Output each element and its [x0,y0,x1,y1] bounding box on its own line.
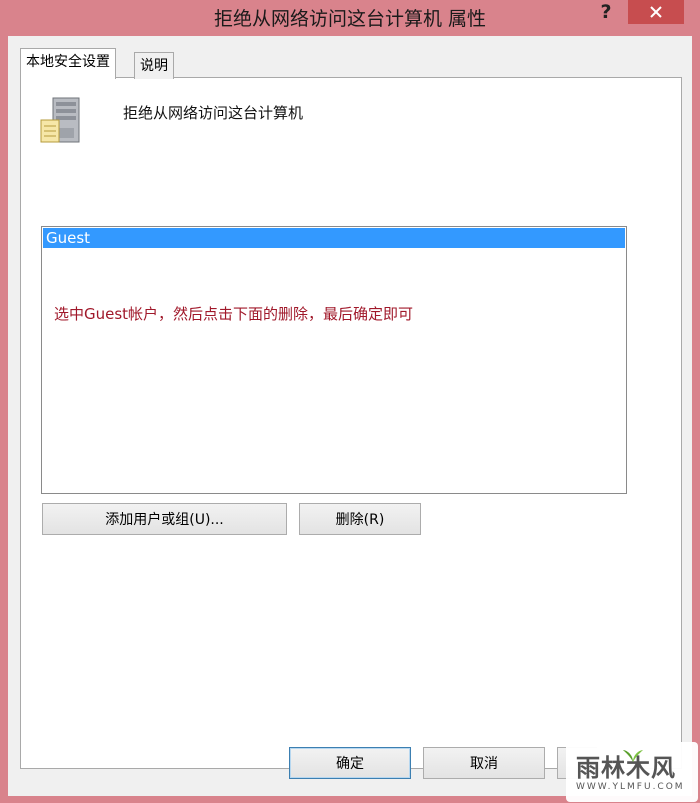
server-icon [39,96,85,150]
tab-panel: 拒绝从网络访问这台计算机 Guest 选中Guest帐户，然后点击下面的删除，最… [20,77,682,769]
cancel-button[interactable]: 取消 [423,747,545,779]
close-button[interactable] [628,0,684,24]
user-group-list[interactable]: Guest 选中Guest帐户，然后点击下面的删除，最后确定即可 [41,226,627,494]
ok-button[interactable]: 确定 [289,747,411,779]
leaf-icon [623,750,643,762]
policy-title: 拒绝从网络访问这台计算机 [123,104,304,122]
list-item-guest[interactable]: Guest [43,228,625,248]
close-icon [650,6,662,18]
watermark-logo: 雨林木风 WWW.YLMFU.COM [566,742,698,802]
tab-local-security-setting[interactable]: 本地安全设置 [20,48,116,79]
watermark-url: WWW.YLMFU.COM [576,782,685,792]
remove-button[interactable]: 删除(R) [299,503,421,535]
dialog-client-area: 本地安全设置 说明 拒绝从网络访问这台计算机 Guest 选中Guest帐户，然… [8,36,692,796]
add-user-or-group-button[interactable]: 添加用户或组(U)... [42,503,287,535]
help-button[interactable]: ? [590,0,622,26]
properties-window: 拒绝从网络访问这台计算机 属性 ? 本地安全设置 说明 拒绝从网络访问这台计算机… [0,0,700,803]
title-bar[interactable]: 拒绝从网络访问这台计算机 属性 ? [0,0,700,36]
annotation-text: 选中Guest帐户，然后点击下面的删除，最后确定即可 [54,305,414,323]
tab-explain[interactable]: 说明 [134,52,174,79]
